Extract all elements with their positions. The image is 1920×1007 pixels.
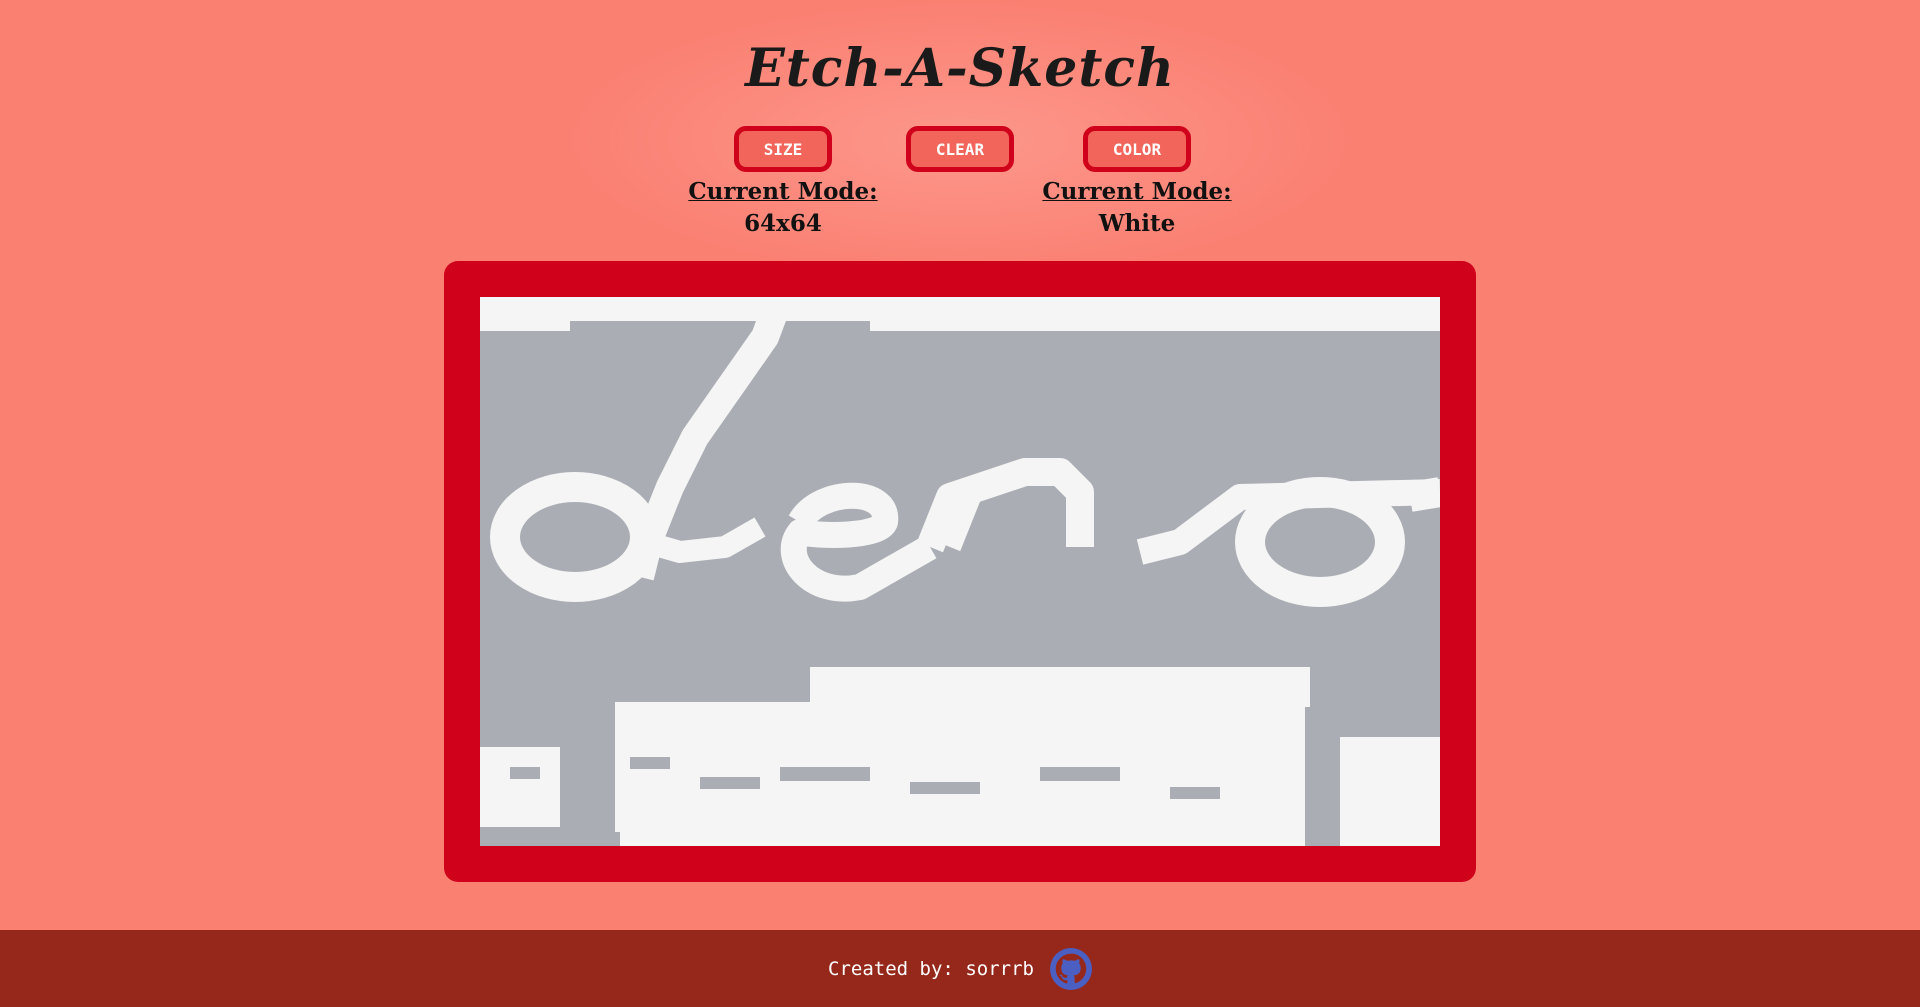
drawn-pixels bbox=[1340, 737, 1440, 846]
drawn-stroke bbox=[1407, 477, 1440, 512]
size-button[interactable]: SIZE bbox=[734, 126, 832, 172]
drawn-pixels bbox=[480, 297, 1440, 321]
drawn-pixels bbox=[615, 702, 1305, 846]
drawn-stroke bbox=[490, 472, 660, 602]
github-icon[interactable] bbox=[1049, 947, 1092, 990]
empty-pixels bbox=[580, 832, 620, 846]
footer: Created by: sorrrb bbox=[0, 930, 1920, 1007]
size-mode-indicator: Current Mode: 64x64 bbox=[673, 176, 893, 240]
sketch-board[interactable] bbox=[480, 297, 1440, 846]
clear-button[interactable]: CLEAR bbox=[906, 126, 1014, 172]
empty-pixels bbox=[1170, 787, 1220, 799]
color-mode-label: Current Mode: bbox=[1042, 178, 1232, 205]
empty-pixels bbox=[700, 777, 760, 789]
drawn-pixels bbox=[480, 747, 560, 827]
empty-pixels bbox=[1040, 767, 1120, 781]
color-mode-value: White bbox=[1098, 210, 1176, 237]
empty-pixels bbox=[510, 767, 540, 779]
sketch-drawing bbox=[480, 297, 1440, 846]
drawn-stroke bbox=[780, 482, 937, 602]
size-mode-label: Current Mode: bbox=[688, 178, 878, 205]
color-mode-indicator: Current Mode: White bbox=[1027, 176, 1247, 240]
drawn-pixels bbox=[870, 321, 1440, 331]
empty-pixels bbox=[630, 757, 670, 769]
app-title: Etch-A-Sketch bbox=[745, 38, 1175, 99]
github-icon-graphic bbox=[1049, 947, 1092, 990]
drawn-pixels bbox=[480, 321, 570, 331]
empty-pixels bbox=[780, 767, 870, 781]
drawn-pixels bbox=[810, 667, 1310, 707]
footer-credit: Created by: sorrrb bbox=[828, 957, 1034, 980]
empty-pixels bbox=[910, 782, 980, 794]
size-mode-value: 64x64 bbox=[744, 210, 822, 237]
color-button[interactable]: COLOR bbox=[1083, 126, 1191, 172]
